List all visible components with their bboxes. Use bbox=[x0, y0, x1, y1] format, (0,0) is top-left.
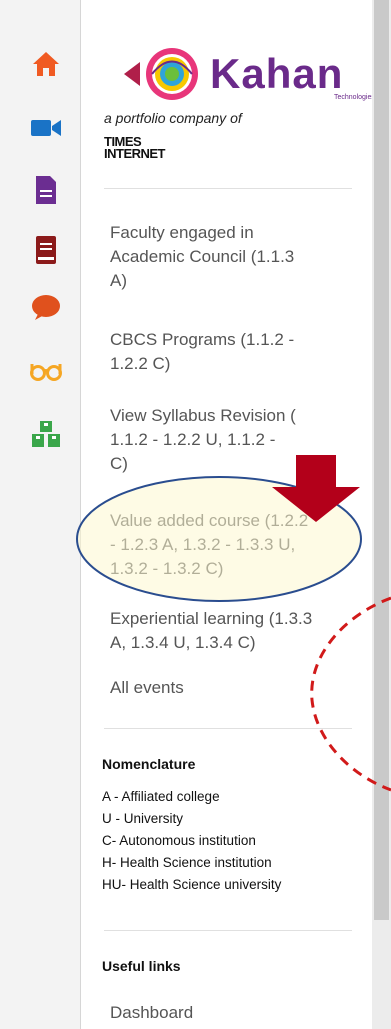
nav-faculty-line-2: Academic Council (1.1.3 bbox=[110, 247, 295, 266]
divider bbox=[104, 188, 352, 189]
divider bbox=[104, 930, 352, 931]
nav-cbcs-line-2: 1.2.2 C) bbox=[110, 354, 171, 373]
nav-dashboard[interactable]: Dashboard bbox=[110, 1001, 360, 1025]
divider bbox=[104, 728, 352, 729]
times-line-2: INTERNET bbox=[104, 146, 166, 161]
nav-experiential-line-2: A, 1.3.4 U, 1.3.4 C) bbox=[110, 633, 256, 652]
scrollbar-thumb[interactable] bbox=[374, 0, 389, 920]
nav-faculty-line-3: A) bbox=[110, 271, 127, 290]
icon-rail bbox=[0, 0, 81, 1029]
nomenclature-line: H- Health Science institution bbox=[102, 855, 272, 870]
home-icon[interactable] bbox=[28, 46, 64, 82]
nav-value-added-course[interactable]: Value added course (1.2.2 - 1.2.3 A, 1.3… bbox=[110, 509, 360, 581]
video-camera-icon[interactable] bbox=[28, 110, 64, 146]
kahan-logo: Kahan Technologies bbox=[104, 44, 375, 104]
nav-cbcs-line-1: CBCS Programs (1.1.2 - bbox=[110, 330, 295, 349]
nav-value-line-1: Value added course (1.2.2 bbox=[110, 511, 309, 530]
nav-syllabus-line-2: 1.1.2 - 1.2.2 U, 1.1.2 - bbox=[110, 430, 276, 449]
book-icon[interactable] bbox=[28, 232, 64, 268]
nav-syllabus-line-1: View Syllabus Revision ( bbox=[110, 406, 296, 425]
nav-experiential-line-1: Experiential learning (1.3.3 bbox=[110, 609, 313, 628]
portfolio-caption: a portfolio company of bbox=[104, 110, 242, 126]
nomenclature-line: HU- Health Science university bbox=[102, 877, 282, 892]
nav-cbcs-programs[interactable]: CBCS Programs (1.1.2 - 1.2.2 C) bbox=[110, 328, 360, 376]
nomenclature-line: U - University bbox=[102, 811, 184, 826]
nav-view-syllabus-revision[interactable]: View Syllabus Revision ( 1.1.2 - 1.2.2 U… bbox=[110, 404, 360, 476]
nav-experiential-learning[interactable]: Experiential learning (1.3.3 A, 1.3.4 U,… bbox=[110, 607, 360, 655]
nav-value-line-2: - 1.2.3 A, 1.3.2 - 1.3.3 U, bbox=[110, 535, 296, 554]
nomenclature-heading: Nomenclature bbox=[102, 756, 196, 772]
chat-bubble-icon[interactable] bbox=[28, 290, 64, 326]
scrollbar-track[interactable] bbox=[372, 0, 391, 1029]
nomenclature-line: A - Affiliated college bbox=[102, 789, 220, 804]
document-icon[interactable] bbox=[28, 172, 64, 208]
nav-faculty-academic-council[interactable]: Faculty engaged in Academic Council (1.1… bbox=[110, 221, 360, 293]
menu-panel: Kahan Technologies a portfolio company o… bbox=[82, 0, 375, 1029]
nav-all-events[interactable]: All events bbox=[110, 676, 360, 700]
nav-faculty-line-1: Faculty engaged in bbox=[110, 223, 254, 242]
nav-syllabus-line-3: C) bbox=[110, 454, 128, 473]
logo-wordmark: Kahan bbox=[210, 50, 344, 97]
blocks-icon[interactable] bbox=[28, 416, 64, 452]
nomenclature-line: C- Autonomous institution bbox=[102, 833, 256, 848]
glasses-icon[interactable] bbox=[28, 352, 64, 388]
useful-links-heading: Useful links bbox=[102, 958, 181, 974]
logo-subtitle: Technologies bbox=[334, 94, 375, 101]
times-internet-logo: TIMES INTERNET bbox=[104, 135, 166, 161]
nav-value-line-3: 1.3.2 - 1.3.2 C) bbox=[110, 559, 224, 578]
